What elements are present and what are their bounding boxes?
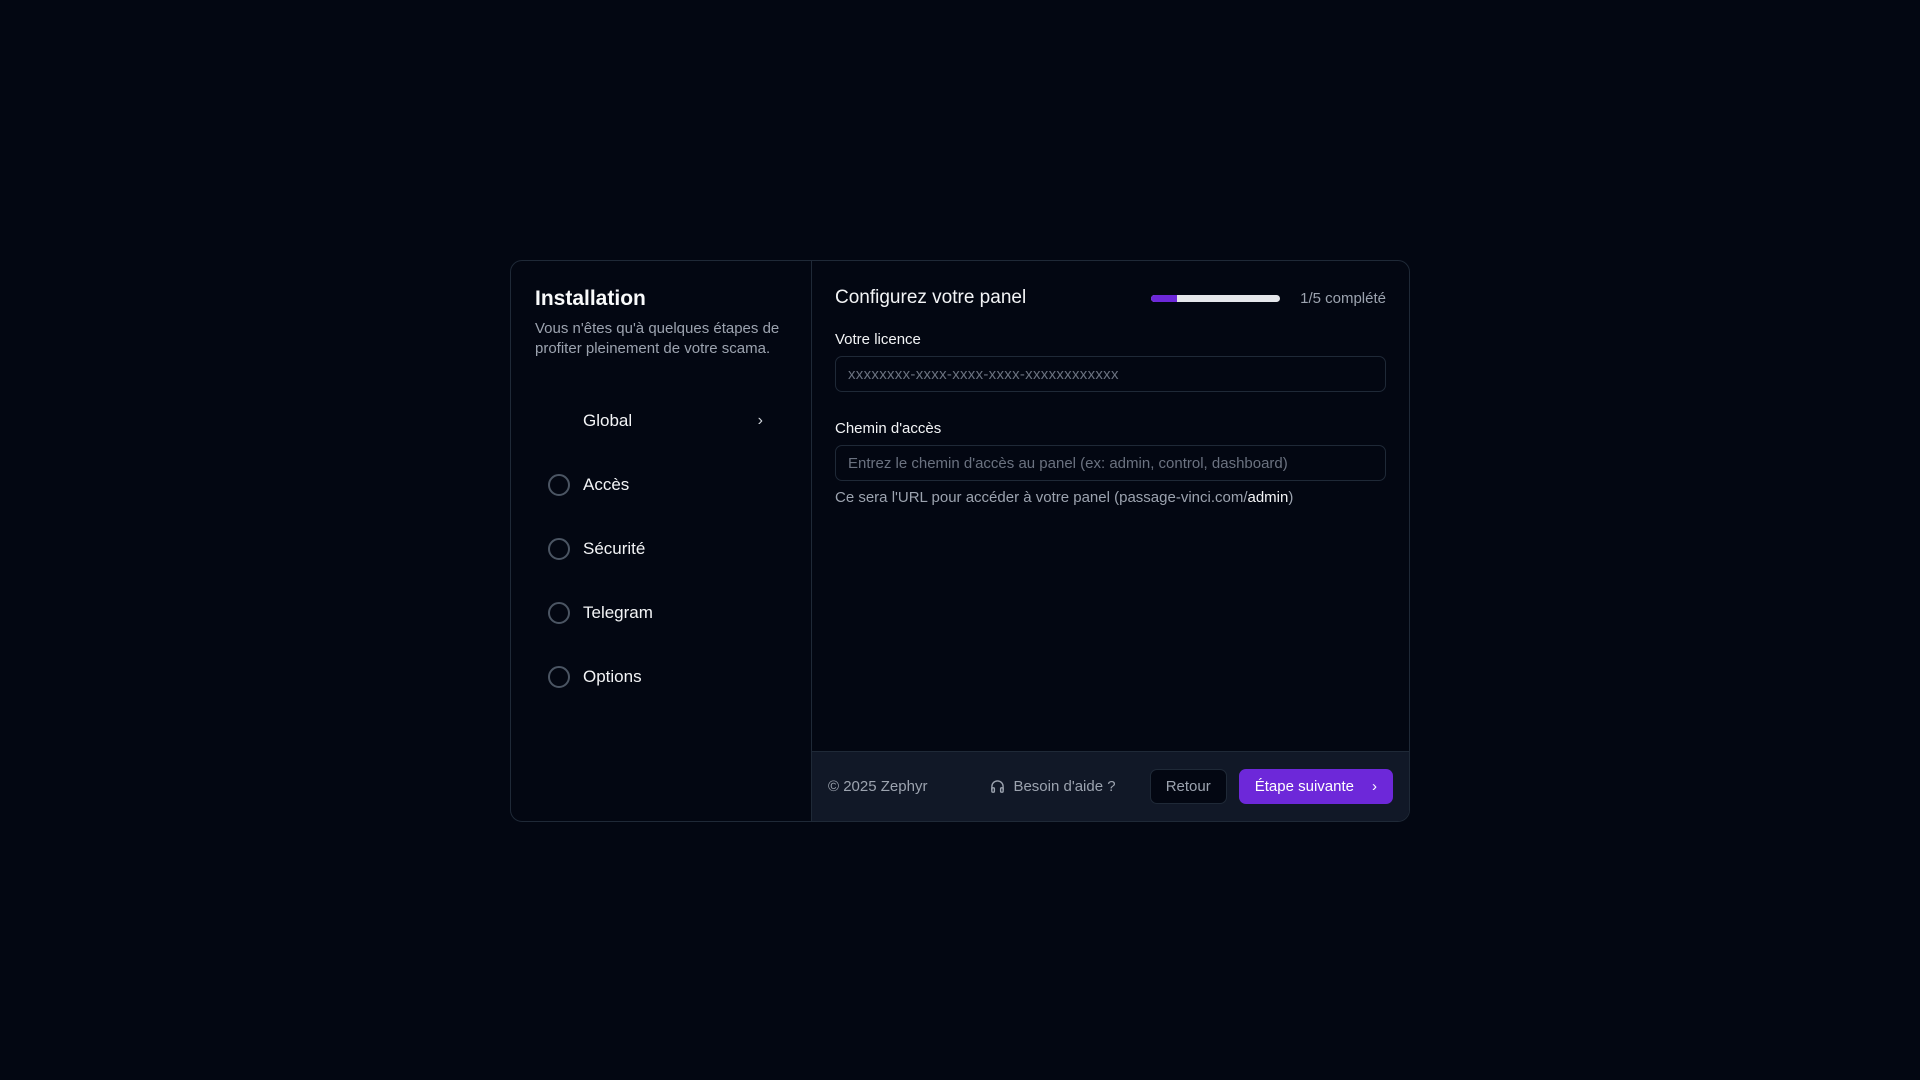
installation-card: Installation Vous n'êtes qu'à quelques é… bbox=[510, 260, 1410, 822]
step-acces[interactable]: Accès bbox=[535, 453, 787, 517]
circle-icon bbox=[548, 666, 570, 688]
path-label: Chemin d'accès bbox=[835, 420, 942, 437]
copyright: © 2025 Zephyr bbox=[828, 778, 928, 795]
license-input[interactable] bbox=[835, 356, 1386, 392]
license-label: Votre licence bbox=[835, 331, 921, 348]
progress: 1/5 complété bbox=[1151, 290, 1386, 307]
back-button[interactable]: Retour bbox=[1149, 769, 1227, 804]
circle-icon bbox=[548, 602, 570, 624]
page-title: Configurez votre panel bbox=[835, 287, 1027, 308]
step-label: Options bbox=[583, 667, 642, 686]
step-label: Telegram bbox=[583, 603, 653, 622]
step-list: Global › Accès Sécurité Telegram Options bbox=[535, 389, 787, 709]
main-panel: Configurez votre panel 1/5 complété Votr… bbox=[812, 261, 1409, 821]
step-securite[interactable]: Sécurité bbox=[535, 517, 787, 581]
sidebar-subtitle: Vous n'êtes qu'à quelques étapes de prof… bbox=[535, 320, 780, 357]
step-label: Global bbox=[583, 411, 633, 430]
next-step-button[interactable]: Étape suivante › bbox=[1238, 769, 1393, 804]
step-telegram[interactable]: Telegram bbox=[535, 581, 787, 645]
headphones-icon bbox=[991, 780, 1005, 793]
help-text-end: ) bbox=[1288, 489, 1294, 506]
step-global[interactable]: Global › bbox=[535, 389, 787, 453]
step-label: Accès bbox=[583, 475, 630, 494]
next-label: Étape suivante bbox=[1254, 778, 1354, 795]
step-label: Sécurité bbox=[583, 539, 646, 558]
chevron-right-icon: › bbox=[1372, 778, 1377, 795]
step-status-icon bbox=[548, 410, 570, 432]
path-input[interactable] bbox=[835, 445, 1386, 481]
help-text: Ce sera l'URL pour accéder à votre panel… bbox=[835, 489, 1248, 506]
help-link[interactable]: Besoin d'aide ? bbox=[990, 778, 1116, 795]
sidebar-title: Installation bbox=[535, 287, 646, 310]
progress-bar bbox=[1151, 294, 1281, 302]
progress-label: 1/5 complété bbox=[1300, 289, 1386, 307]
path-help: Ce sera l'URL pour accéder à votre panel… bbox=[835, 489, 1386, 506]
sidebar: Installation Vous n'êtes qu'à quelques é… bbox=[511, 261, 812, 821]
progress-fill bbox=[1151, 294, 1177, 302]
circle-icon bbox=[548, 538, 570, 560]
help-path: admin bbox=[1247, 489, 1289, 506]
footer: © 2025 Zephyr Besoin d'aide ? Retour Éta… bbox=[812, 751, 1409, 821]
step-options[interactable]: Options bbox=[535, 645, 787, 709]
help-label: Besoin d'aide ? bbox=[1013, 778, 1116, 795]
circle-icon bbox=[548, 474, 570, 496]
chevron-right-icon: › bbox=[757, 412, 763, 429]
